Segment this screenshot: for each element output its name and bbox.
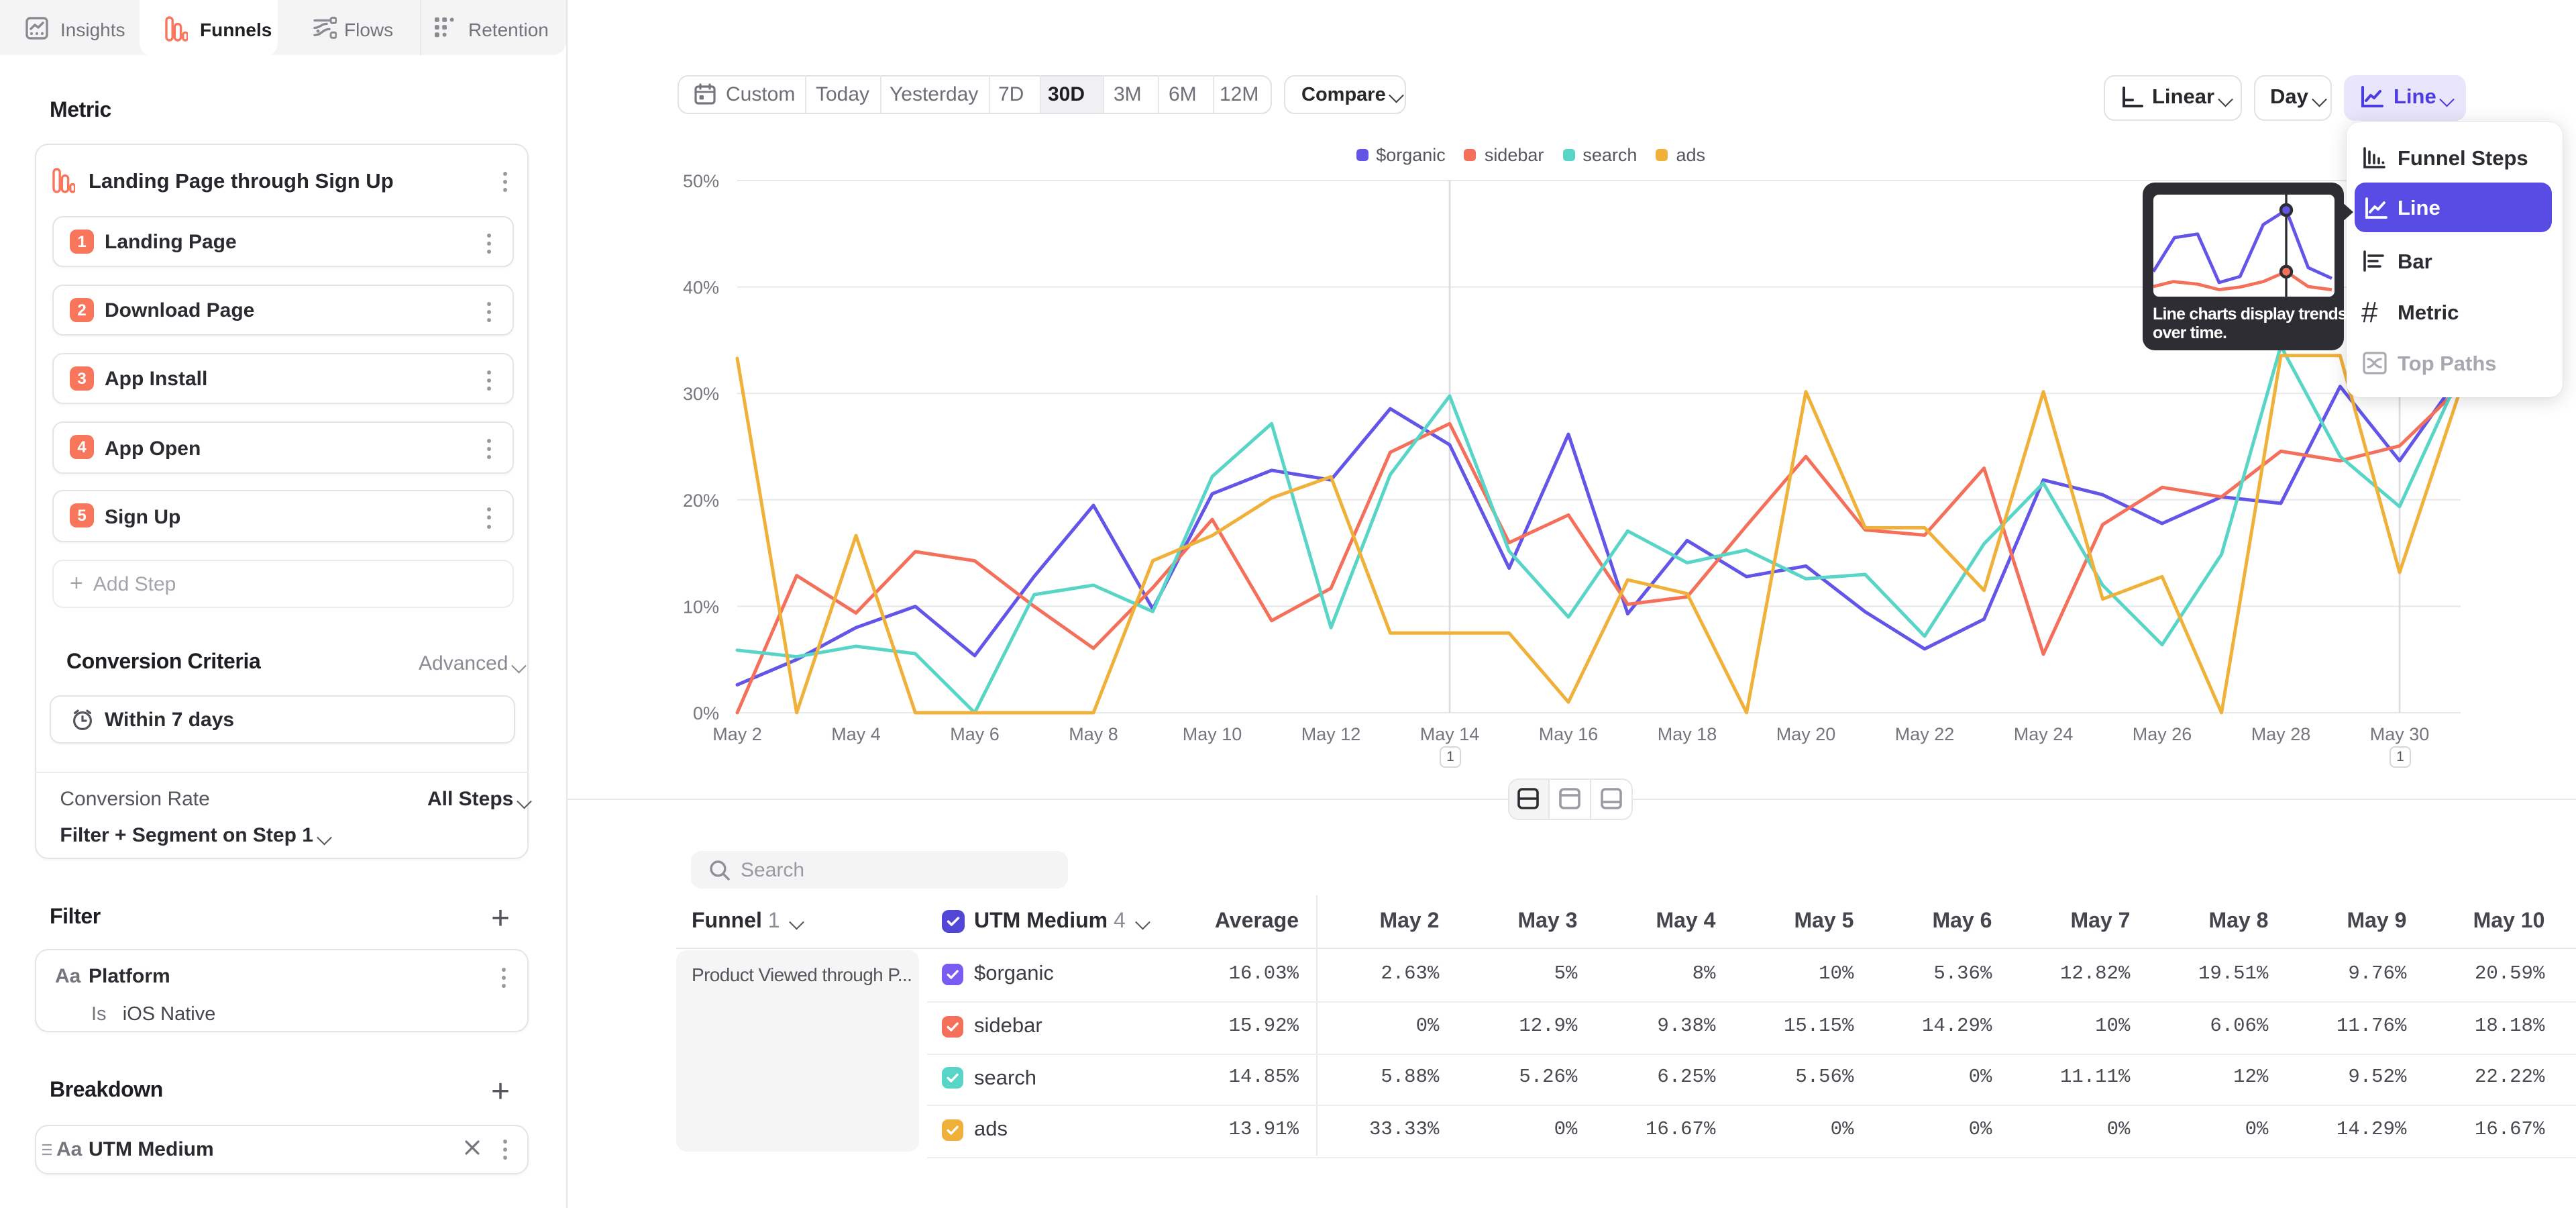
svg-text:May 14: May 14 — [1420, 724, 1480, 744]
svg-text:May 4: May 4 — [831, 724, 881, 744]
svg-text:May 12: May 12 — [1301, 724, 1361, 744]
svg-text:May 6: May 6 — [950, 724, 1000, 744]
svg-text:May 20: May 20 — [1776, 724, 1836, 744]
svg-text:May 10: May 10 — [1183, 724, 1242, 744]
svg-text:May 24: May 24 — [2014, 724, 2074, 744]
svg-text:May 28: May 28 — [2251, 724, 2311, 744]
svg-text:20%: 20% — [683, 491, 719, 511]
svg-text:May 8: May 8 — [1069, 724, 1118, 744]
svg-text:May 30: May 30 — [2370, 724, 2430, 744]
svg-text:0%: 0% — [693, 703, 719, 723]
svg-text:May 22: May 22 — [1895, 724, 1955, 744]
svg-text:30%: 30% — [683, 384, 719, 404]
svg-text:50%: 50% — [683, 171, 719, 191]
svg-text:May 2: May 2 — [712, 724, 762, 744]
svg-text:40%: 40% — [683, 278, 719, 298]
svg-text:May 16: May 16 — [1539, 724, 1599, 744]
svg-text:10%: 10% — [683, 597, 719, 617]
svg-text:May 18: May 18 — [1658, 724, 1717, 744]
svg-text:May 26: May 26 — [2133, 724, 2192, 744]
